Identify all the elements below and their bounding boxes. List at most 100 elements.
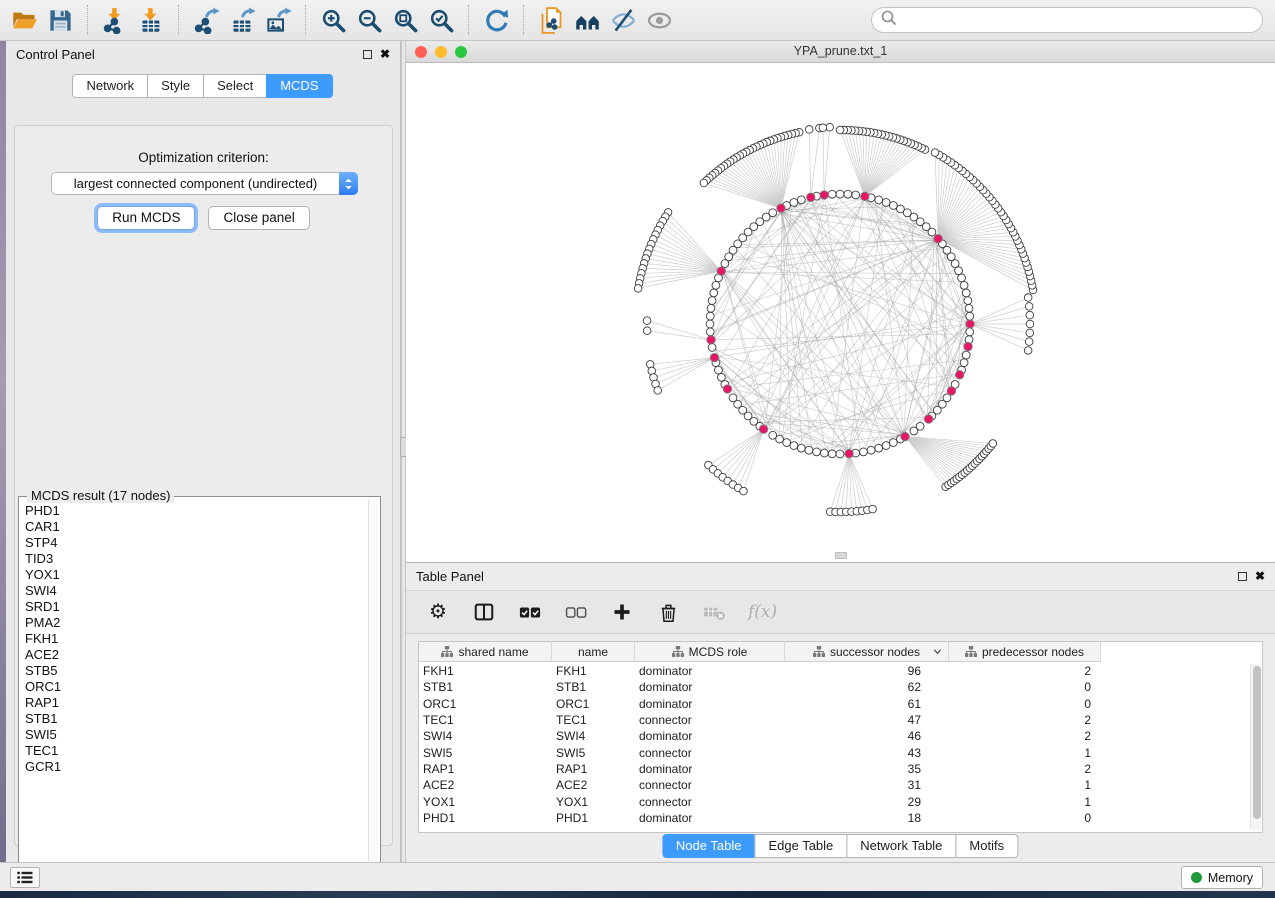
cell-name[interactable]: STB1 — [552, 680, 635, 694]
column-header-MCDS-role[interactable]: MCDS role — [635, 642, 785, 661]
select-stepper-icon[interactable] — [339, 172, 358, 195]
mcds-node[interactable]: TEC1 — [25, 743, 366, 759]
table-row[interactable]: RAP1RAP1dominator352 — [419, 761, 1262, 777]
cell-name[interactable]: ACE2 — [552, 778, 635, 792]
cell-predecessor-nodes[interactable]: 0 — [949, 680, 1101, 694]
search-input[interactable] — [897, 13, 1262, 28]
cell-MCDS-role[interactable]: connector — [635, 746, 785, 760]
cell-shared-name[interactable]: SWI5 — [419, 746, 552, 760]
settings-button[interactable]: ⚙ — [426, 599, 450, 625]
task-history-button[interactable] — [10, 867, 40, 888]
tab-network[interactable]: Network — [72, 74, 148, 98]
cell-successor-nodes[interactable]: 31 — [785, 778, 949, 792]
mcds-node[interactable]: ACE2 — [25, 647, 366, 663]
mcds-list-scrollbar[interactable] — [368, 499, 378, 865]
show-all-icon[interactable] — [641, 3, 677, 37]
cell-name[interactable]: SWI5 — [552, 746, 635, 760]
cell-MCDS-role[interactable]: dominator — [635, 762, 785, 776]
cell-name[interactable]: SWI4 — [552, 729, 635, 743]
cell-MCDS-role[interactable]: connector — [635, 713, 785, 727]
select-all-button[interactable] — [518, 599, 542, 625]
cell-MCDS-role[interactable]: connector — [635, 795, 785, 809]
delete-row-button[interactable] — [656, 599, 680, 625]
columns-button[interactable] — [472, 599, 496, 625]
import-table-icon[interactable] — [133, 3, 169, 37]
mcds-node[interactable]: CAR1 — [25, 519, 366, 535]
mcds-node[interactable]: SWI4 — [25, 583, 366, 599]
search-box[interactable] — [871, 7, 1263, 33]
scrollbar-thumb[interactable] — [1253, 666, 1261, 819]
mcds-node[interactable]: STB5 — [25, 663, 366, 679]
cell-shared-name[interactable]: YOX1 — [419, 795, 552, 809]
open-folder-icon[interactable] — [6, 3, 42, 37]
cell-predecessor-nodes[interactable]: 2 — [949, 664, 1101, 678]
share-document-icon[interactable] — [533, 3, 569, 37]
export-network-icon[interactable] — [188, 3, 224, 37]
export-table-icon[interactable] — [224, 3, 260, 37]
cell-name[interactable]: ORC1 — [552, 697, 635, 711]
table-row[interactable]: YOX1YOX1connector291 — [419, 793, 1262, 809]
cell-shared-name[interactable]: FKH1 — [419, 664, 552, 678]
cell-successor-nodes[interactable]: 96 — [785, 664, 949, 678]
tab-select[interactable]: Select — [203, 74, 267, 98]
memory-button[interactable]: Memory — [1181, 866, 1263, 889]
table-row[interactable]: ACE2ACE2connector311 — [419, 777, 1262, 793]
cell-MCDS-role[interactable]: dominator — [635, 680, 785, 694]
tab-style[interactable]: Style — [147, 74, 204, 98]
cell-predecessor-nodes[interactable]: 2 — [949, 729, 1101, 743]
close-icon[interactable]: ✖ — [1255, 571, 1265, 581]
save-icon[interactable] — [42, 3, 78, 37]
cell-successor-nodes[interactable]: 61 — [785, 697, 949, 711]
cell-name[interactable]: RAP1 — [552, 762, 635, 776]
column-header-shared-name[interactable]: shared name — [419, 642, 552, 661]
table-row[interactable]: STB1STB1dominator620 — [419, 679, 1262, 695]
cell-successor-nodes[interactable]: 18 — [785, 811, 949, 825]
cell-shared-name[interactable]: SWI4 — [419, 729, 552, 743]
mcds-node[interactable]: PHD1 — [25, 503, 366, 519]
zoom-fit-icon[interactable] — [387, 3, 423, 37]
mcds-node[interactable]: GCR1 — [25, 759, 366, 775]
table-row[interactable]: SWI5SWI5connector431 — [419, 744, 1262, 760]
cell-name[interactable]: TEC1 — [552, 713, 635, 727]
cell-MCDS-role[interactable]: dominator — [635, 697, 785, 711]
cell-name[interactable]: FKH1 — [552, 664, 635, 678]
cell-predecessor-nodes[interactable]: 1 — [949, 746, 1101, 760]
cell-predecessor-nodes[interactable]: 0 — [949, 811, 1101, 825]
tab-motifs[interactable]: Motifs — [955, 834, 1018, 858]
tab-network-table[interactable]: Network Table — [846, 834, 956, 858]
table-row[interactable]: SWI4SWI4dominator462 — [419, 728, 1262, 744]
mcds-node[interactable]: FKH1 — [25, 631, 366, 647]
mcds-node[interactable]: RAP1 — [25, 695, 366, 711]
mcds-node[interactable]: YOX1 — [25, 567, 366, 583]
table-row[interactable]: TEC1TEC1connector472 — [419, 712, 1262, 728]
cell-successor-nodes[interactable]: 35 — [785, 762, 949, 776]
mcds-node[interactable]: SRD1 — [25, 599, 366, 615]
mcds-node[interactable]: ORC1 — [25, 679, 366, 695]
column-header-name[interactable]: name — [552, 642, 635, 661]
cell-predecessor-nodes[interactable]: 1 — [949, 778, 1101, 792]
hide-selected-icon[interactable] — [605, 3, 641, 37]
tab-edge-table[interactable]: Edge Table — [754, 834, 847, 858]
cell-shared-name[interactable]: TEC1 — [419, 713, 552, 727]
float-icon[interactable] — [1238, 572, 1247, 581]
cell-successor-nodes[interactable]: 47 — [785, 713, 949, 727]
search-neighbors-icon[interactable] — [569, 3, 605, 37]
cell-MCDS-role[interactable]: dominator — [635, 811, 785, 825]
cell-predecessor-nodes[interactable]: 0 — [949, 697, 1101, 711]
add-row-button[interactable] — [610, 599, 634, 625]
refresh-icon[interactable] — [478, 3, 514, 37]
mcds-node[interactable]: SWI5 — [25, 727, 366, 743]
zoom-in-icon[interactable] — [315, 3, 351, 37]
column-header-predecessor-nodes[interactable]: predecessor nodes — [949, 642, 1101, 661]
canvas-divider-grip[interactable] — [835, 552, 847, 559]
cell-successor-nodes[interactable]: 43 — [785, 746, 949, 760]
mcds-node[interactable]: TID3 — [25, 551, 366, 567]
deselect-all-button[interactable] — [564, 599, 588, 625]
cell-predecessor-nodes[interactable]: 2 — [949, 762, 1101, 776]
export-image-icon[interactable] — [260, 3, 296, 37]
cell-shared-name[interactable]: RAP1 — [419, 762, 552, 776]
network-canvas[interactable] — [406, 63, 1275, 561]
network-graph[interactable] — [406, 63, 1275, 561]
cell-MCDS-role[interactable]: dominator — [635, 729, 785, 743]
cell-successor-nodes[interactable]: 29 — [785, 795, 949, 809]
